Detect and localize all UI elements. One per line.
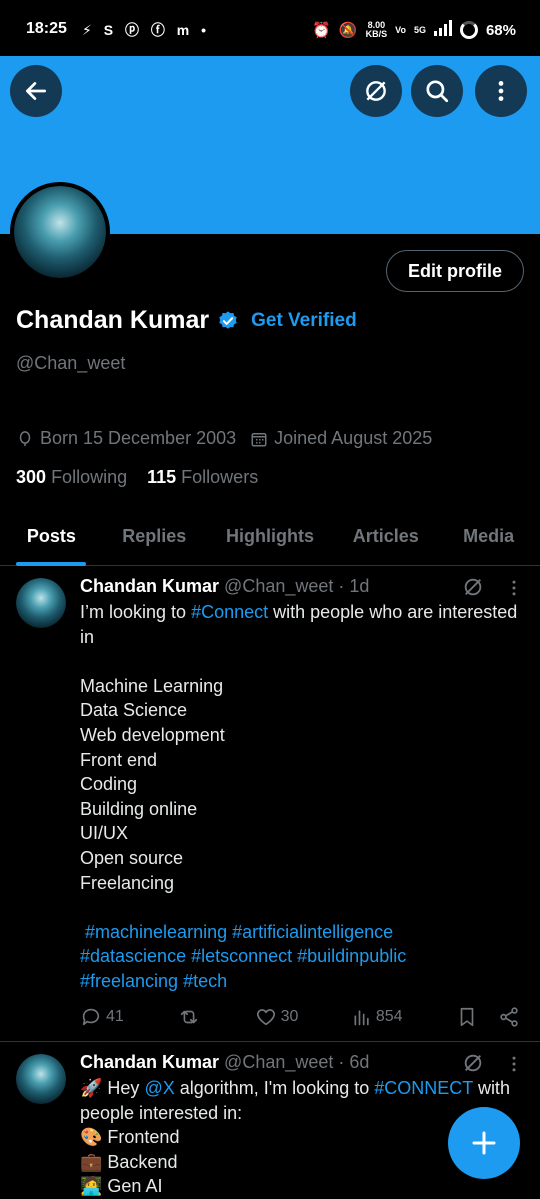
search-icon	[426, 80, 449, 103]
reply-button[interactable]: 41	[80, 1006, 124, 1028]
post-author[interactable]: Chandan Kumar	[80, 576, 219, 596]
post-author[interactable]: Chandan Kumar	[80, 1052, 219, 1072]
grok-icon[interactable]	[462, 1052, 484, 1074]
hashtag-line[interactable]: #freelancing #tech	[80, 969, 525, 994]
reply-icon	[82, 1008, 100, 1026]
signal-icon	[433, 20, 452, 40]
post-line: 🧑‍💻 Gen AI	[80, 1176, 163, 1197]
heart-icon	[256, 1009, 275, 1026]
plus-icon	[472, 1131, 496, 1155]
profile-tabs: Posts Replies Highlights Articles Media	[0, 514, 540, 566]
signal-5g-indicator: 5G	[413, 24, 426, 35]
more-options-button[interactable]	[475, 65, 527, 117]
post-actions: 41 30 854	[80, 1006, 520, 1028]
search-button[interactable]	[411, 65, 463, 117]
tab-highlights[interactable]: Highlights	[206, 514, 335, 565]
post-line: 🚀 Hey @X algorithm, I'm looking to #CONN…	[80, 1078, 510, 1098]
profile-meta: Born 15 December 2003 Joined August 2025	[16, 428, 432, 449]
post-time: · 6d	[338, 1052, 370, 1072]
hashtag-line[interactable]: #machinelearning #artificialintelligence	[80, 920, 525, 945]
mention-link[interactable]: @X	[144, 1078, 174, 1098]
post-more-icon[interactable]	[504, 1054, 524, 1074]
repost-icon	[181, 1010, 198, 1024]
status-right-group: ⏰ 🔕 8.00 KB/S Vo 5G 68%	[312, 20, 516, 40]
status-bar: 18:25 ⚡ S ⓟ ⓕ m • ⏰ 🔕 8.00 KB/S Vo 5G 68%	[0, 0, 540, 56]
post-handle: @Chan_weet	[224, 576, 334, 596]
post-header: Chandan Kumar @Chan_weet · 1d	[80, 576, 369, 597]
avatar-image	[14, 186, 106, 278]
compose-post-button[interactable]	[448, 1107, 520, 1179]
arrow-left-icon	[25, 82, 47, 100]
edit-profile-button[interactable]: Edit profile	[386, 250, 524, 292]
topic-item: Coding	[80, 774, 138, 795]
alarm-icon: ⏰	[312, 22, 331, 39]
post-handle: @Chan_weet	[224, 1052, 334, 1072]
post-text: I’m looking to #Connect with people who …	[80, 600, 525, 994]
post-avatar[interactable]	[16, 578, 66, 628]
topic-item: Open source	[80, 847, 184, 868]
profile-avatar[interactable]	[10, 182, 110, 282]
mute-icon: 🔕	[338, 22, 358, 39]
views-button[interactable]: 854	[352, 1006, 403, 1028]
status-time: 18:25	[26, 20, 67, 37]
net-speed: 8.00 KB/S	[365, 20, 388, 39]
grok-icon	[366, 81, 386, 101]
joined-text: Joined August 2025	[274, 428, 433, 448]
post-avatar[interactable]	[16, 1054, 66, 1104]
like-button[interactable]: 30	[255, 1006, 299, 1028]
battery-icon	[459, 21, 478, 39]
battery-percent: 68%	[485, 21, 516, 39]
like-count: 30	[280, 1008, 299, 1025]
avatar-image	[16, 578, 66, 628]
born-text: Born 15 December 2003	[40, 428, 237, 448]
post-item[interactable]: Chandan Kumar @Chan_weet · 1d I’m lookin…	[0, 566, 540, 1042]
following-link[interactable]: 300 Following	[16, 467, 127, 488]
grok-button[interactable]	[350, 65, 402, 117]
post-tools	[456, 1006, 520, 1028]
get-verified-link[interactable]: Get Verified	[251, 310, 357, 332]
volte-indicator: Vo	[395, 24, 406, 35]
share-icon[interactable]	[498, 1006, 520, 1028]
back-button[interactable]	[10, 65, 62, 117]
topic-item: Machine Learning	[80, 675, 224, 696]
tab-articles[interactable]: Articles	[334, 514, 437, 565]
tab-media[interactable]: Media	[437, 514, 540, 565]
grok-icon[interactable]	[462, 576, 484, 598]
notification-icons: ⚡ S ⓟ ⓕ m •	[82, 22, 210, 38]
reply-count: 41	[106, 1008, 124, 1025]
topic-item: Front end	[80, 749, 158, 770]
analytics-icon	[354, 1010, 369, 1026]
calendar-icon	[251, 432, 267, 446]
topic-item: Data Science	[80, 700, 188, 721]
tab-posts[interactable]: Posts	[0, 514, 103, 565]
profile-name: Chandan Kumar	[16, 306, 210, 334]
profile-name-row: Chandan Kumar Get Verified	[16, 306, 357, 335]
repost-button[interactable]	[177, 1006, 201, 1028]
avatar-image	[16, 1054, 66, 1104]
topic-item: UI/UX	[80, 823, 129, 844]
bookmark-icon[interactable]	[456, 1006, 478, 1028]
balloon-icon	[19, 430, 31, 446]
topic-item: Building online	[80, 798, 198, 819]
more-vertical-icon	[498, 81, 504, 101]
birthday-info: Born 15 December 2003	[16, 428, 236, 449]
topic-item: Freelancing	[80, 872, 175, 893]
followers-link[interactable]: 115 Followers	[147, 467, 258, 488]
profile-handle: @Chan_weet	[16, 353, 126, 373]
verified-badge-icon	[219, 310, 237, 329]
post-intro: I’m looking to #Connect with people who …	[80, 602, 518, 647]
tab-replies[interactable]: Replies	[103, 514, 206, 565]
post-time: · 1d	[338, 576, 370, 596]
hashtag-link[interactable]: #CONNECT	[374, 1078, 473, 1098]
post-more-icon[interactable]	[504, 578, 524, 598]
follow-stats: 300 Following 115 Followers	[16, 467, 258, 488]
joined-info: Joined August 2025	[250, 428, 432, 449]
topic-item: Web development	[80, 724, 225, 745]
post-header: Chandan Kumar @Chan_weet · 6d	[80, 1052, 369, 1073]
hashtag-link[interactable]: #Connect	[191, 602, 268, 622]
hashtag-line[interactable]: #datascience #letsconnect #buildinpublic	[80, 944, 525, 969]
views-count: 854	[375, 1008, 403, 1025]
